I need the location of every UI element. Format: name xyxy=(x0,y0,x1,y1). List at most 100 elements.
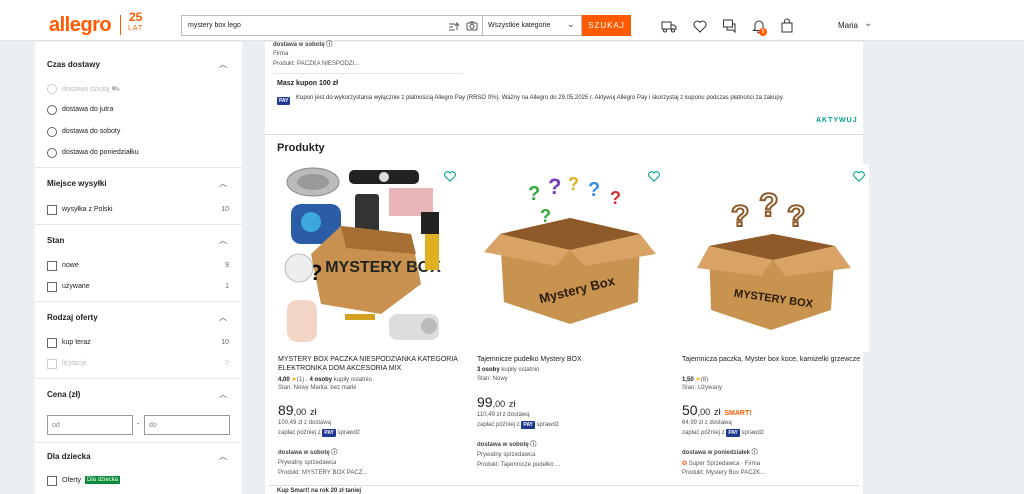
top-offer-product[interactable]: Produkt: PACZKA NIESPODZI... xyxy=(273,61,359,67)
divider xyxy=(269,485,859,486)
divider xyxy=(35,378,242,379)
option-buy-now[interactable]: kup teraz xyxy=(62,339,91,346)
search-input[interactable]: mystery box lego xyxy=(181,15,483,36)
checkbox-ship-poland[interactable] xyxy=(47,205,57,215)
product-delivery: dostawa w sobotę ⓘ xyxy=(477,442,537,448)
option-for-child[interactable]: Oferty xyxy=(62,477,81,484)
option-auctions: licytacje xyxy=(62,360,87,367)
product-ref[interactable]: Produkt: MYSTERY BOX PACZ... xyxy=(278,470,367,476)
chevron-down-icon: ⌄ xyxy=(566,19,575,30)
product-delivery: dostawa w poniedziałek ⓘ xyxy=(682,450,758,456)
product-meta: Stan: Używany xyxy=(682,385,723,391)
activate-button[interactable]: AKTYWUJ xyxy=(816,117,858,124)
anniversary-number: 25 xyxy=(128,10,143,24)
price-to-input[interactable]: do xyxy=(144,415,230,435)
filter-title-condition: Stan xyxy=(47,236,65,245)
coupon-title: Masz kupon 100 zł xyxy=(277,80,339,87)
product-card[interactable]: MYSTERY BOX ? MYSTERY BOX PACZKA NIESPOD… xyxy=(271,164,465,494)
product-buyers: 3 osoby kupiły ostatnio xyxy=(477,367,540,373)
checkbox-used[interactable] xyxy=(47,282,57,292)
svg-text:?: ? xyxy=(548,174,561,199)
checkbox-buy-now[interactable] xyxy=(47,338,57,348)
messages-icon[interactable] xyxy=(722,18,738,34)
chevron-down-icon[interactable]: ⌄ xyxy=(864,18,872,29)
bag-icon[interactable] xyxy=(779,18,795,34)
filters-sidebar: Czas dostawy ︿ dostawa dzisiaj ⛟ dostawa… xyxy=(35,42,242,494)
chevron-up-icon[interactable]: ︿ xyxy=(219,312,227,323)
search-button[interactable]: SZUKAJ xyxy=(582,15,631,36)
logo-divider xyxy=(120,15,121,35)
allegro-logo[interactable]: allegro xyxy=(49,14,112,37)
product-seller: ✪ Super Sprzedawca · Firma xyxy=(682,461,761,467)
price-with-delivery: 64,99 zł z dostawą xyxy=(682,420,732,426)
option-delivery-tomorrow[interactable]: dostawa do jutra xyxy=(62,106,113,113)
product-title[interactable]: Tajemnicza paczka, Myster box koce, kami… xyxy=(682,355,868,364)
count-used: 1 xyxy=(225,283,229,290)
chevron-up-icon[interactable]: ︿ xyxy=(219,59,227,70)
radio-delivery-saturday[interactable] xyxy=(47,127,57,137)
chevron-up-icon[interactable]: ︿ xyxy=(219,389,227,400)
product-title[interactable]: MYSTERY BOX PACZKA NIESPODZIANKA KATEGOR… xyxy=(278,355,464,373)
divider xyxy=(35,301,242,302)
product-image[interactable]: ? ? ? ? ? ? Mystery Box xyxy=(470,164,664,352)
product-ref[interactable]: Produkt: Mystery Box PACZK... xyxy=(682,470,765,476)
svg-text:?: ? xyxy=(787,200,805,233)
product-image[interactable]: ? ? ? MYSTERY BOX xyxy=(675,164,869,352)
heart-icon[interactable] xyxy=(647,169,661,183)
product-card[interactable]: ? ? ? MYSTERY BOX Tajemnicza paczka, Mys… xyxy=(675,164,869,494)
product-meta: Stan: Nowy xyxy=(477,376,508,382)
product-image[interactable]: MYSTERY BOX ? xyxy=(271,164,465,352)
product-seller: Prywatny sprzedawca xyxy=(477,452,536,458)
product-seller: Prywatny sprzedawca xyxy=(278,460,337,466)
option-ship-poland[interactable]: wysyłka z Polski xyxy=(62,206,113,213)
product-rating: 4,00 ★(1) · 4 osoby kupiły ostatnio xyxy=(278,377,372,383)
filter-title-offer-type: Rodzaj oferty xyxy=(47,313,98,322)
price-with-delivery: 100,49 zł z dostawą xyxy=(278,420,332,426)
smart-promo[interactable]: Kup Smart! na rok 20 zł taniej xyxy=(277,488,361,494)
checkbox-new[interactable] xyxy=(47,261,57,271)
product-rating: 1,50 ★(8) xyxy=(682,377,709,383)
chevron-up-icon[interactable]: ︿ xyxy=(219,235,227,246)
product-meta: Stan: Nowy Marka: bez marki xyxy=(278,385,357,391)
price-from-input[interactable]: od xyxy=(47,415,133,435)
checkbox-auctions xyxy=(47,359,57,369)
product-title[interactable]: Tajemnicze pudełko Mystery BOX xyxy=(477,355,663,364)
camera-search-icon[interactable] xyxy=(466,21,478,31)
voice-search-icon[interactable] xyxy=(448,21,460,32)
option-delivery-saturday[interactable]: dostawa do soboty xyxy=(62,128,120,135)
option-new[interactable]: nowe xyxy=(62,262,79,269)
filter-title-price: Cena (zł) xyxy=(47,390,81,399)
pay-badge: PAY xyxy=(277,97,291,105)
product-card[interactable]: ? ? ? ? ? ? Mystery Box Tajemnicze pudeł… xyxy=(470,164,664,494)
top-offer-delivery: dostawa w sobotę ⓘ xyxy=(273,42,333,48)
chevron-up-icon[interactable]: ︿ xyxy=(219,178,227,189)
smart-badge: SMART! xyxy=(724,410,752,417)
svg-text:?: ? xyxy=(759,187,779,223)
option-delivery-monday[interactable]: dostawa do poniedziałku xyxy=(62,149,139,156)
notification-badge: 8 xyxy=(759,28,767,36)
chevron-up-icon[interactable]: ︿ xyxy=(219,451,227,462)
heart-icon[interactable] xyxy=(852,169,866,183)
coupon-text: Kupon jest do wykorzystania wyłącznie z … xyxy=(296,95,784,101)
count-auctions: 0 xyxy=(225,360,229,367)
radio-delivery-tomorrow[interactable] xyxy=(47,105,57,115)
divider xyxy=(35,442,242,443)
filter-title-for-child: Dla dziecka xyxy=(47,452,91,461)
divider xyxy=(35,167,242,168)
checkbox-for-child[interactable] xyxy=(47,476,57,486)
product-ref[interactable]: Produkt: Tajemnicze pudełko ... xyxy=(477,462,560,468)
pay-later: zapłać później z PAY sprawdź xyxy=(682,429,764,437)
radio-delivery-monday[interactable] xyxy=(47,148,57,158)
heart-icon[interactable] xyxy=(443,169,457,183)
category-select[interactable]: Wszystkie kategorie ⌄ xyxy=(483,15,582,36)
user-name[interactable]: Maria xyxy=(838,21,858,30)
divider xyxy=(35,224,242,225)
count-new: 9 xyxy=(225,262,229,269)
heart-icon[interactable] xyxy=(692,18,708,34)
option-used[interactable]: używane xyxy=(62,283,90,290)
svg-text:?: ? xyxy=(588,179,600,201)
svg-text:?: ? xyxy=(528,183,540,205)
svg-text:?: ? xyxy=(731,200,749,233)
truck-icon[interactable] xyxy=(661,18,677,34)
product-price: 89,00 zł xyxy=(278,402,317,418)
